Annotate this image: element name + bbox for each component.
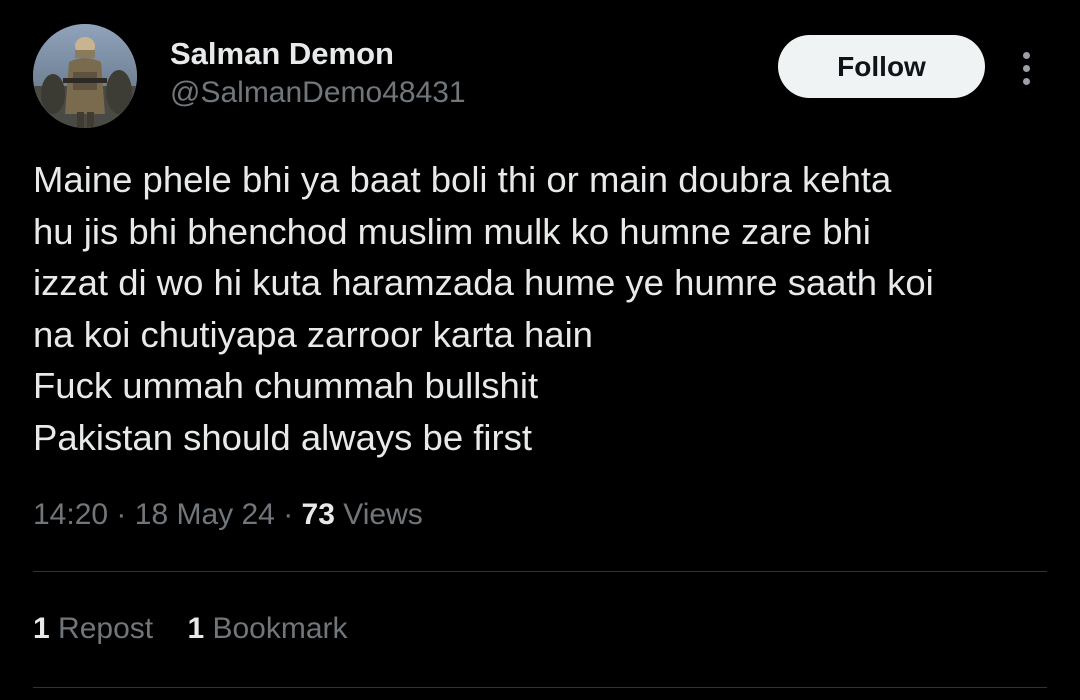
- tweet-line: Maine phele bhi ya baat boli thi or main…: [33, 159, 892, 200]
- bookmarks-label: Bookmark: [212, 612, 348, 645]
- tweet-time[interactable]: 14:20: [33, 498, 108, 531]
- tweet-text: Maine phele bhi ya baat boli thi or main…: [33, 154, 1053, 464]
- author-display-name[interactable]: Salman Demon: [170, 36, 394, 72]
- tweet-line: na koi chutiyapa zarroor karta hain: [33, 313, 593, 355]
- reposts-count: 1: [33, 612, 50, 645]
- bookmarks-count: 1: [187, 612, 205, 645]
- follow-button[interactable]: Follow: [778, 35, 985, 98]
- meta-separator: ·: [283, 498, 294, 531]
- tweet-line: Fuck ummah chummah bullshit: [33, 365, 539, 407]
- tweet-meta: 14:20 · 18 May 24 · 73 Views: [33, 498, 423, 532]
- engagement-stats: 1 Repost 1 Bookmark: [33, 612, 374, 646]
- views-count[interactable]: 73: [302, 498, 335, 531]
- divider: [33, 687, 1047, 688]
- more-options-button[interactable]: [1008, 46, 1044, 90]
- divider: [33, 571, 1047, 572]
- tweet-date[interactable]: 18 May 24: [135, 498, 275, 531]
- tweet-line: Pakistan should always be first: [33, 416, 533, 458]
- more-vertical-icon-dot: [1022, 77, 1030, 85]
- more-vertical-icon-dot: [1022, 64, 1030, 72]
- tweet-line: hu jis bhi bhenchod muslim mulk ko humne…: [33, 210, 871, 252]
- avatar-image: [33, 24, 137, 128]
- views-label[interactable]: Views: [343, 498, 422, 531]
- more-vertical-icon: [1022, 51, 1030, 59]
- bookmarks-stat[interactable]: 1 Bookmark: [187, 612, 347, 646]
- meta-separator: ·: [116, 498, 127, 531]
- tweet-line: izzat di wo hi kuta haramzada hume ye hu…: [33, 262, 934, 304]
- avatar[interactable]: [33, 24, 137, 128]
- reposts-label: Repost: [58, 612, 154, 645]
- author-handle[interactable]: @SalmanDemo48431: [170, 76, 466, 110]
- reposts-stat[interactable]: 1 Repost: [33, 612, 153, 646]
